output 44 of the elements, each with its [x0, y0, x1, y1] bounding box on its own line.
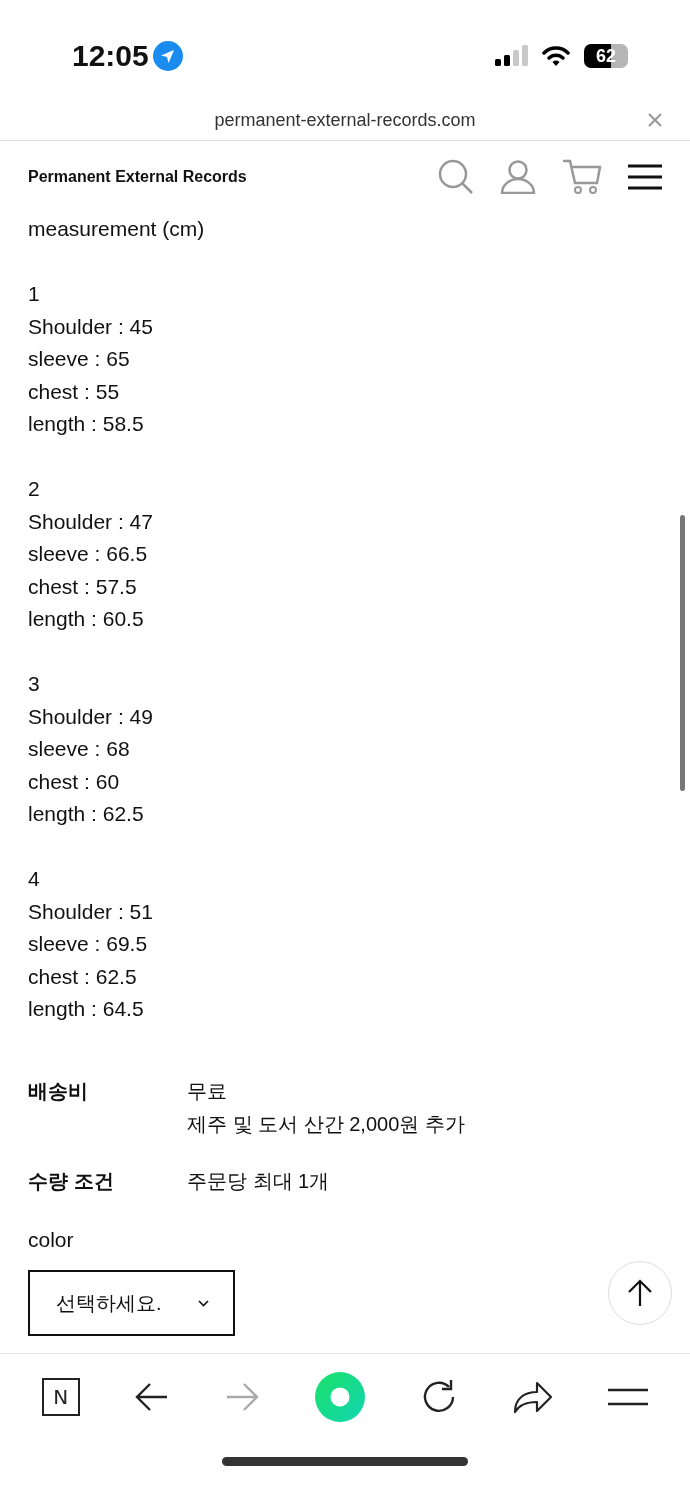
option-label: color — [28, 1227, 75, 1253]
cart-icon[interactable] — [562, 159, 602, 195]
close-icon[interactable] — [648, 113, 662, 127]
info-value: 제주 및 도서 산간 2,000원 추가 — [187, 1112, 465, 1137]
url-text[interactable]: permanent-external-records.com — [214, 109, 476, 131]
info-value: 무료 — [187, 1079, 228, 1104]
measurement-line: Shoulder : 49 — [28, 703, 154, 730]
measurement-line: sleeve : 68 — [28, 736, 131, 762]
measurement-line: sleeve : 69.5 — [28, 931, 149, 957]
size-number: 4 — [28, 866, 41, 892]
measurement-line: length : 62.5 — [28, 801, 145, 827]
info-value: 주문당 최대 1개 — [187, 1169, 330, 1194]
caret-icon — [198, 1299, 209, 1307]
measurement-heading: measurement (cm) — [28, 216, 206, 242]
site-title[interactable]: Permanent External Records — [28, 168, 247, 186]
measurement-line: Shoulder : 51 — [28, 898, 154, 925]
info-label: 배송비 — [28, 1079, 89, 1104]
measurement-line: sleeve : 65 — [28, 346, 131, 372]
up-arrow-icon — [628, 1279, 652, 1307]
measurement-line: Shoulder : 47 — [28, 508, 154, 535]
measurement-line: chest : 55 — [28, 378, 121, 405]
size-number: 2 — [28, 476, 41, 502]
size-number: 3 — [28, 671, 41, 697]
measurement-line: chest : 60 — [28, 768, 121, 795]
measurement-line: Shoulder : 45 — [28, 313, 154, 340]
share-button[interactable] — [512, 1380, 553, 1414]
info-label: 수량 조건 — [28, 1169, 115, 1194]
measurement-line: length : 64.5 — [28, 996, 145, 1022]
menu-button[interactable] — [608, 1388, 649, 1406]
status-time: 12:05 — [72, 39, 149, 73]
option-dropdown[interactable]: 선택하세요. — [28, 1270, 235, 1336]
measurement-line: sleeve : 66.5 — [28, 541, 149, 567]
user-icon[interactable] — [500, 160, 536, 194]
menu-icon[interactable] — [628, 164, 662, 190]
search-icon[interactable] — [438, 159, 474, 195]
measurement-line: chest : 57.5 — [28, 573, 138, 600]
measurement-line: length : 58.5 — [28, 411, 145, 437]
measurement-line: length : 60.5 — [28, 606, 145, 632]
measurement-line: chest : 62.5 — [28, 963, 138, 990]
signal-icon — [494, 45, 528, 67]
back-button[interactable] — [135, 1382, 170, 1412]
wifi-icon — [542, 45, 570, 67]
tabs-button[interactable]: N — [41, 1378, 80, 1416]
size-number: 1 — [28, 281, 41, 307]
